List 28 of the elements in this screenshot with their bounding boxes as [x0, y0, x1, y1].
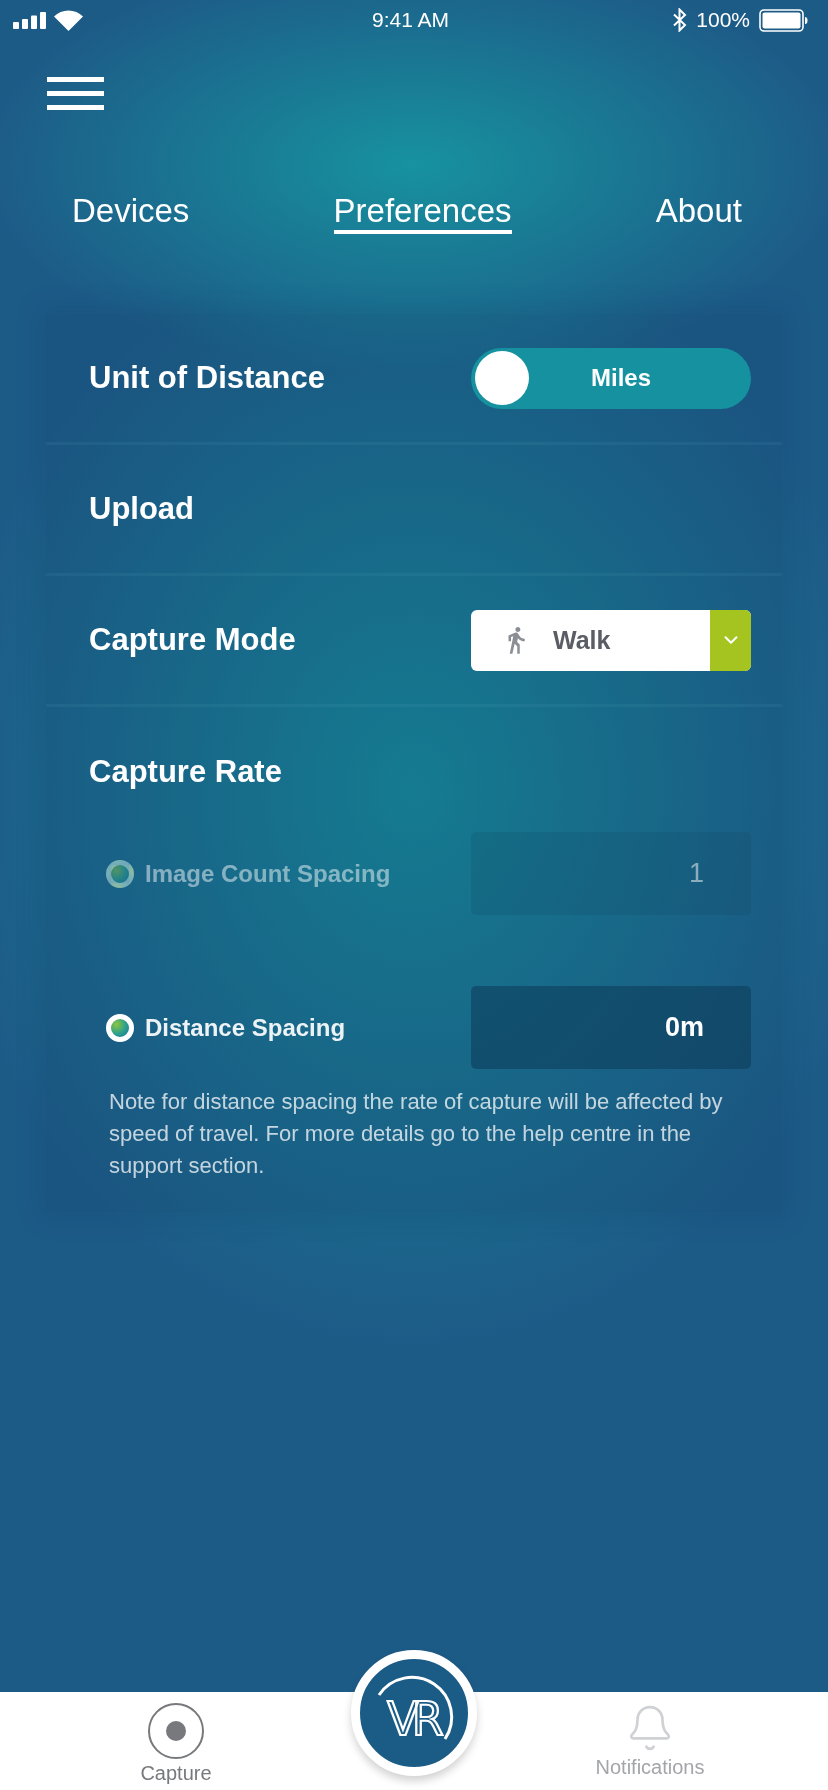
chevron-down-icon — [710, 609, 751, 671]
menu-icon[interactable] — [47, 77, 104, 110]
vr-logo: VR — [371, 1673, 457, 1753]
input-field[interactable]: 1 — [471, 832, 751, 915]
tab[interactable]: About — [655, 192, 742, 234]
wifi-icon — [54, 9, 83, 31]
record-icon — [148, 1703, 204, 1759]
unit-toggle[interactable]: Miles — [471, 347, 751, 409]
tab[interactable]: Preferences — [333, 192, 512, 234]
toggle-knob-icon — [475, 351, 529, 405]
setting-label: Upload — [89, 491, 195, 527]
bluetooth-icon — [673, 8, 688, 32]
mode-dropdown[interactable]: Walk — [471, 609, 751, 671]
tab[interactable]: Devices — [72, 192, 190, 234]
setting-label: Capture Mode — [89, 622, 296, 658]
option-label: Image Count Spacing — [145, 859, 391, 888]
status-time: 9:41 AM — [371, 8, 450, 32]
radio-button[interactable] — [106, 859, 134, 888]
battery-icon — [759, 8, 808, 32]
note-text: Note for distance spacing the rate of capture will be affected by speed of travel. For more details go to the help centre in the support section. — [108, 1088, 724, 1180]
signal-icon — [13, 11, 47, 29]
nav-tab[interactable]: Capture — [116, 1692, 236, 1784]
radio-button[interactable] — [106, 1013, 134, 1042]
section-title: Capture Rate — [89, 754, 282, 789]
battery-percent: 100% — [696, 8, 750, 32]
option-label: Distance Spacing — [145, 1013, 346, 1042]
input-field[interactable]: 0m — [471, 986, 751, 1069]
setting-label: Unit of Distance — [89, 360, 325, 396]
